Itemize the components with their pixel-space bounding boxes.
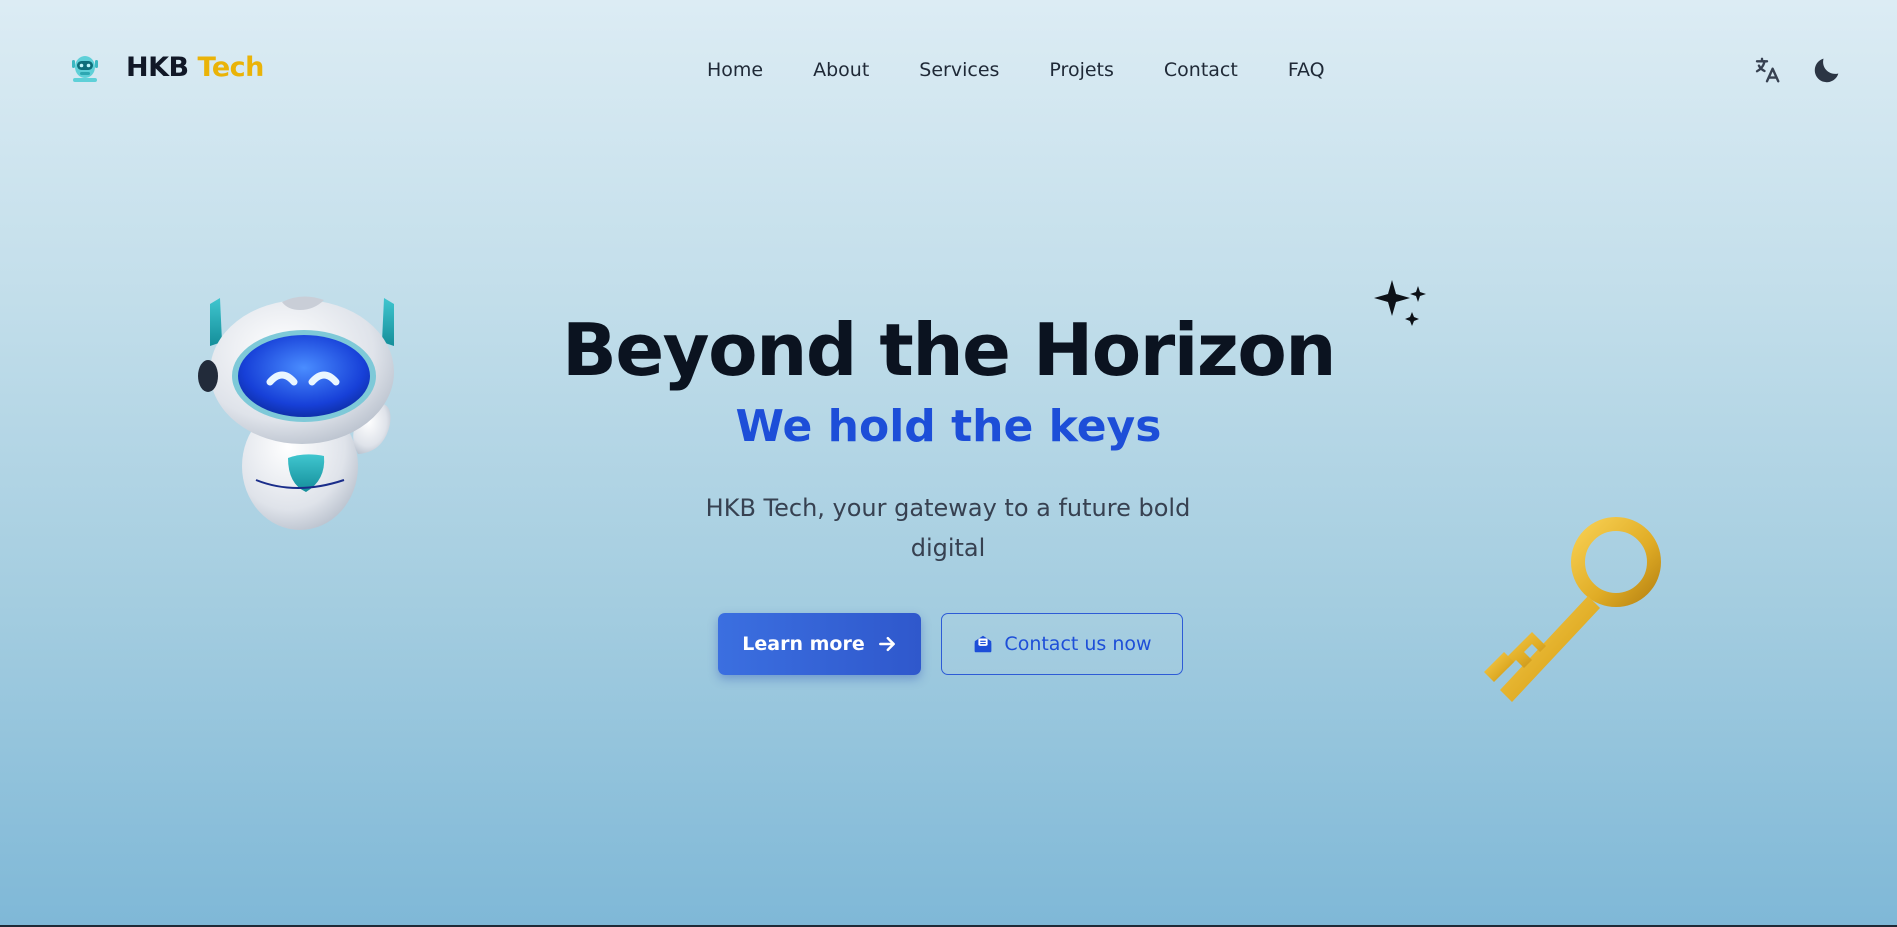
main-nav: Home About Services Projets Contact FAQ xyxy=(707,56,1325,84)
golden-key-illustration xyxy=(1484,517,1661,702)
contact-us-label: Contact us now xyxy=(1004,633,1152,655)
cta-row: Learn more Contact us now xyxy=(718,613,1183,675)
nav-item-contact[interactable]: Contact xyxy=(1164,56,1238,84)
brand-name-accent: Tech xyxy=(197,51,265,83)
header-actions xyxy=(1725,52,1845,88)
brand-name: HKB Tech xyxy=(126,52,264,83)
robot-logo-icon xyxy=(72,56,98,82)
contact-us-button[interactable]: Contact us now xyxy=(941,613,1183,675)
nav-item-projets[interactable]: Projets xyxy=(1049,56,1113,84)
hero-description: HKB Tech, your gateway to a future bold … xyxy=(705,494,1191,562)
moon-icon xyxy=(1814,58,1839,83)
learn-more-label: Learn more xyxy=(742,633,865,655)
hero-subtitle: We hold the keys xyxy=(735,401,1162,452)
learn-more-button[interactable]: Learn more xyxy=(718,613,921,675)
nav-item-faq[interactable]: FAQ xyxy=(1288,56,1325,84)
brand-logo-link[interactable]: HKB Tech xyxy=(68,50,264,84)
envelope-open-icon xyxy=(972,633,994,655)
hero-title: Beyond the Horizon xyxy=(561,308,1337,392)
nav-item-about[interactable]: About xyxy=(813,56,869,84)
theme-toggle-button[interactable] xyxy=(1809,52,1845,88)
site-header: HKB Tech Home About Services Projets Con… xyxy=(0,0,1897,140)
translate-icon xyxy=(1755,57,1780,83)
brand-name-main: HKB xyxy=(126,51,189,83)
language-toggle-button[interactable] xyxy=(1749,52,1785,88)
nav-item-home[interactable]: Home xyxy=(707,56,763,84)
arrow-right-icon xyxy=(877,634,897,654)
nav-item-services[interactable]: Services xyxy=(919,56,999,84)
